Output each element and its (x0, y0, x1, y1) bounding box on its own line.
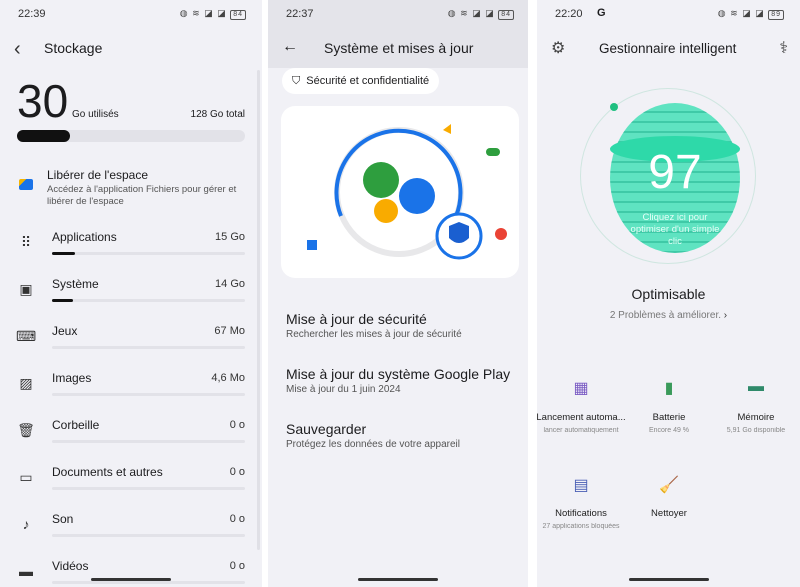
status-icons: ◍ ≋ ◪ ◪ 84 (448, 8, 514, 20)
storage-row-label: Vidéos (52, 559, 89, 573)
storage-row-value: 4,6 Mo (211, 372, 245, 384)
storage-row-bar (52, 440, 245, 443)
tile-subtitle: 5,91 Go disponible (726, 427, 786, 434)
gears-shield-illustration (307, 124, 507, 260)
storage-row-value: 0 o (229, 560, 245, 572)
storage-row-bar (52, 487, 245, 490)
update-illustration (281, 106, 519, 278)
storage-row-bar (52, 393, 245, 396)
broom-icon: 🧹 (659, 477, 679, 494)
memory-chip-icon: ▬ (748, 378, 764, 395)
image-icon: ▨ (19, 375, 33, 391)
total-capacity: 128 Go total (190, 109, 245, 120)
phone-download-icon: ▣ (19, 281, 33, 297)
optimize-hint: Cliquez ici pour optimiser d'un simple c… (630, 212, 720, 247)
health-score: 97 (648, 146, 702, 199)
settings-gear-icon[interactable]: ⚙ (551, 38, 565, 58)
tile-subtitle: 27 applications bloquées (542, 523, 620, 530)
security-privacy-chip[interactable]: ⛉ Sécurité et confidentialité (282, 68, 440, 94)
free-space-desc: Accédez à l'application Fichiers pour gé… (47, 184, 237, 207)
files-app-icon (19, 179, 33, 190)
storage-row-label: Documents et autres (52, 465, 163, 479)
storage-row-label: Son (52, 512, 74, 526)
settings-item-title: Mise à jour de sécurité (286, 311, 427, 327)
storage-usage-bar (17, 130, 245, 142)
storage-row-label: Images (52, 371, 92, 385)
storage-row-bar (52, 252, 245, 255)
status-time: 22:37 (286, 8, 314, 20)
google-icon: G (597, 7, 606, 19)
status-icons: ◍ ≋ ◪ ◪ 84 (180, 8, 246, 20)
settings-item[interactable]: Sauvegarder Protégez les données de votr… (286, 421, 516, 450)
trash-icon: 🗑 (17, 422, 35, 438)
storage-row-bar (52, 346, 245, 349)
smart-manager-screen: 22:20 G ◍ ≋ ◪ ◪ 89 ⚙ Gestionnaire intell… (537, 0, 800, 587)
tile-subtitle: lancer automatiquement (543, 427, 619, 434)
status-time: 22:20 (555, 8, 583, 20)
storage-row-value: 0 o (229, 466, 245, 478)
apps-grid-icon: ⠿ (20, 234, 32, 250)
auto-launch-icon: ▦ (573, 380, 589, 397)
music-note-icon: ♪ (22, 516, 30, 532)
free-space-title: Libérer de l'espace (47, 168, 149, 182)
used-unit: Go utilisés (72, 109, 119, 120)
battery-icon: ▮ (664, 380, 674, 397)
status-label: Optimisable (631, 286, 706, 302)
problems-text: 2 Problèmes à améliorer. (609, 310, 722, 321)
home-indicator[interactable] (91, 578, 171, 581)
chevron-right-icon: › (723, 310, 728, 321)
storage-row-value: 14 Go (215, 278, 245, 290)
tile-label: Nettoyer (651, 508, 687, 519)
storage-row-value: 0 o (229, 419, 245, 431)
settings-item-title: Mise à jour du système Google Play (286, 366, 511, 382)
storage-row-bar (52, 581, 245, 584)
folder-icon: ▭ (19, 469, 33, 485)
storage-row-label: Jeux (52, 324, 78, 338)
storage-screen: 22:39 ◍ ≋ ◪ ◪ 84 ‹ Stockage 30 Go utilis… (0, 0, 262, 587)
storage-row-value: 15 Go (215, 231, 245, 243)
scrollbar[interactable] (257, 70, 260, 550)
problems-link[interactable]: 2 Problèmes à améliorer. › (537, 310, 800, 321)
storage-row-label: Système (52, 277, 99, 291)
page-title: Stockage (44, 40, 103, 56)
tile-subtitle: Encore 49 % (648, 427, 690, 434)
settings-item-subtitle: Mise à jour du 1 juin 2024 (286, 384, 401, 395)
page-title: Système et mises à jour (324, 40, 474, 56)
used-amount: 30 (17, 75, 69, 127)
storage-row-value: 67 Mo (214, 325, 245, 337)
back-arrow-icon[interactable]: ← (282, 38, 298, 56)
tile-label: Mémoire (737, 412, 775, 423)
status-dot (610, 103, 618, 111)
storage-row-label: Corbeille (52, 418, 100, 432)
settings-item[interactable]: Mise à jour du système Google Play Mise … (286, 366, 516, 395)
status-time: 22:39 (18, 8, 46, 20)
storage-row-bar (52, 534, 245, 537)
system-updates-screen: 22:37 ◍ ≋ ◪ ◪ 84 ← Système et mises à jo… (268, 0, 528, 587)
settings-item-subtitle: Rechercher les mises à jour de sécurité (286, 329, 462, 340)
chip-label: Sécurité et confidentialité (306, 75, 430, 87)
settings-item[interactable]: Mise à jour de sécurité Rechercher les m… (286, 311, 516, 340)
notification-bubble-icon: ▤ (573, 477, 589, 494)
settings-item-title: Sauvegarder (286, 421, 367, 437)
gamepad-icon: ⌨ (16, 328, 37, 344)
home-indicator[interactable] (358, 578, 438, 581)
free-space-item[interactable]: Libérer de l'espace Accédez à l'applicat… (47, 168, 247, 208)
tile-label: Notifications (555, 508, 607, 519)
storage-row-bar (52, 299, 245, 302)
shield-icon: ⛉ (292, 75, 301, 87)
back-arrow-icon[interactable]: ‹ (14, 38, 21, 61)
settings-item-subtitle: Protégez les données de votre appareil (286, 439, 461, 450)
home-indicator[interactable] (628, 578, 709, 581)
tile-label: Lancement automa... (537, 412, 626, 423)
page-title: Gestionnaire intelligent (599, 41, 737, 56)
storage-row-value: 0 o (229, 513, 245, 525)
stethoscope-icon[interactable]: ⚕ (779, 38, 788, 58)
status-icons: ◍ ≋ ◪ ◪ 89 (718, 8, 784, 20)
storage-row-label: Applications (52, 230, 117, 244)
film-icon: ▬ (19, 563, 33, 579)
tile-label: Batterie (652, 412, 686, 423)
